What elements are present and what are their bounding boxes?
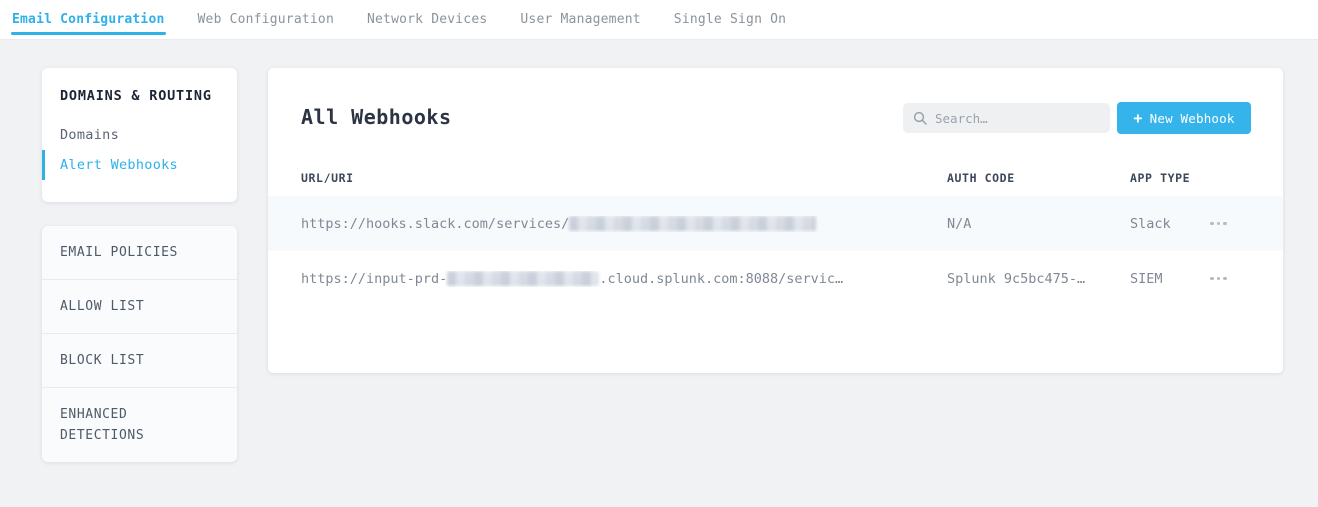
all-webhooks-panel: All Webhooks + New Webhook URL/URI AUTH … bbox=[268, 68, 1283, 373]
tab-web-configuration[interactable]: Web Configuration bbox=[197, 0, 335, 39]
column-header-url-uri: URL/URI bbox=[301, 171, 947, 185]
top-tab-bar: Email Configuration Web Configuration Ne… bbox=[0, 0, 1318, 40]
sidebar-item-email-policies[interactable]: EMAIL POLICIES bbox=[42, 226, 237, 279]
sidebar-item-block-list[interactable]: BLOCK LIST bbox=[42, 333, 237, 387]
sidebar-item-domains[interactable]: Domains bbox=[42, 120, 237, 150]
new-webhook-button[interactable]: + New Webhook bbox=[1117, 102, 1251, 134]
search-input[interactable] bbox=[935, 111, 1100, 126]
webhook-auth-code: Splunk 9c5bc475-… bbox=[947, 271, 1130, 287]
tab-user-management[interactable]: User Management bbox=[519, 0, 641, 39]
plus-icon: + bbox=[1133, 111, 1142, 126]
sidebar-item-enhanced-detections[interactable]: ENHANCED DETECTIONS bbox=[42, 387, 237, 462]
sidebar-sections-card: EMAIL POLICIES ALLOW LIST BLOCK LIST ENH… bbox=[42, 226, 237, 462]
webhook-url: https://input-prd-.cloud.splunk.com:8088… bbox=[301, 271, 947, 287]
sidebar-item-allow-list[interactable]: ALLOW LIST bbox=[42, 279, 237, 333]
table-header-row: URL/URI AUTH CODE APP TYPE bbox=[268, 168, 1283, 188]
page-title: All Webhooks bbox=[301, 104, 452, 130]
tab-email-configuration[interactable]: Email Configuration bbox=[11, 0, 166, 39]
sidebar-item-alert-webhooks[interactable]: Alert Webhooks bbox=[42, 150, 237, 180]
tab-single-sign-on[interactable]: Single Sign On bbox=[673, 0, 787, 39]
search-icon bbox=[913, 111, 927, 125]
row-actions-ellipsis-icon[interactable] bbox=[1206, 271, 1231, 287]
webhook-auth-code: N/A bbox=[947, 216, 1130, 232]
row-actions-ellipsis-icon[interactable] bbox=[1206, 216, 1231, 232]
column-header-app-type: APP TYPE bbox=[1130, 171, 1198, 185]
redacted-url-segment bbox=[447, 271, 599, 286]
webhook-app-type: SIEM bbox=[1130, 271, 1198, 287]
webhook-url: https://hooks.slack.com/services/ bbox=[301, 216, 947, 232]
domains-routing-title: DOMAINS & ROUTING bbox=[42, 88, 237, 104]
search-box[interactable] bbox=[903, 103, 1110, 133]
webhook-app-type: Slack bbox=[1130, 216, 1198, 232]
domains-routing-card: DOMAINS & ROUTING Domains Alert Webhooks bbox=[42, 68, 237, 202]
table-row[interactable]: https://hooks.slack.com/services/ N/A Sl… bbox=[268, 196, 1283, 251]
column-header-auth-code: AUTH CODE bbox=[947, 171, 1130, 185]
redacted-url-segment bbox=[569, 216, 816, 231]
tab-network-devices[interactable]: Network Devices bbox=[366, 0, 488, 39]
new-webhook-button-label: New Webhook bbox=[1150, 111, 1235, 126]
table-row[interactable]: https://input-prd-.cloud.splunk.com:8088… bbox=[268, 251, 1283, 306]
